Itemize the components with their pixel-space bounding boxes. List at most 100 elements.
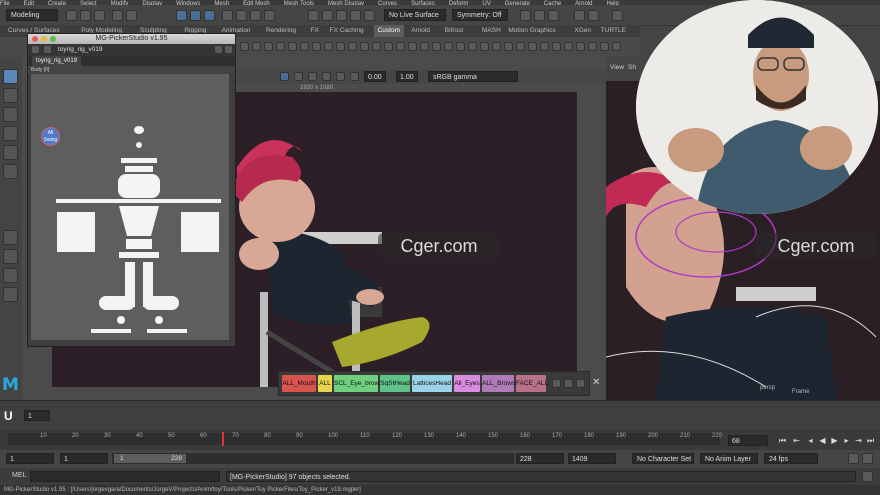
attribute-editor-icon[interactable] [612,10,623,21]
right-hand-control[interactable] [181,212,219,252]
shelf-tool-icon[interactable] [312,42,321,51]
selection-set-button[interactable]: All_Eyes [454,375,480,392]
right-menu-view[interactable]: View [610,64,624,71]
new-scene-icon[interactable] [66,10,77,21]
paint-select-icon[interactable] [3,107,18,122]
shelf-tool-icon[interactable] [456,42,465,51]
render-settings-icon[interactable] [548,10,559,21]
anim-prefs-icon[interactable] [862,453,873,464]
smooth-shade-icon[interactable] [294,72,303,81]
shelf-tool-icon[interactable] [504,42,513,51]
shelf-tool-icon[interactable] [552,42,561,51]
shelf-tab-xgen[interactable]: XGen [570,25,595,37]
hips-control[interactable] [126,239,152,249]
right-heel-control[interactable] [155,316,163,324]
shelf-tool-icon[interactable] [576,42,585,51]
shelf-tool-icon[interactable] [600,42,609,51]
shelf-tab-bifrost[interactable]: Bifrost [441,25,467,37]
step-forward-icon[interactable]: ▸ [842,436,851,445]
playhead[interactable] [222,432,224,446]
step-back-key-icon[interactable]: ⇤ [792,436,801,445]
outliner-layout-icon[interactable] [3,287,18,302]
shelf-tab-rendering[interactable]: Rendering [262,25,300,37]
script-editor-icon[interactable] [862,471,873,482]
shelf-tool-icon[interactable] [408,42,417,51]
lights-icon[interactable] [322,72,331,81]
shelf-tool-icon[interactable] [588,42,597,51]
u-icon[interactable]: U [4,409,13,423]
play-forward-icon[interactable]: ▶ [830,436,839,445]
head-control[interactable] [121,158,157,163]
selection-set-button[interactable]: ALL_Mouth [282,375,316,392]
range-track[interactable]: 1 228 [112,453,514,464]
snap-curve-icon[interactable] [322,10,333,21]
four-pane-layout-icon[interactable] [3,249,18,264]
snap-grid-icon[interactable] [308,10,319,21]
colorspace-dropdown[interactable]: sRGB gamma [428,71,518,82]
symmetry-dropdown[interactable]: Symmetry: Off [452,9,508,21]
exposure-field[interactable]: 0.00 [364,71,386,82]
right-foot-control[interactable] [143,296,179,310]
selection-set-button[interactable]: ALL [318,375,332,392]
select-face-icon[interactable] [250,10,261,21]
live-surface-field[interactable]: No Live Surface [384,9,446,21]
close-sets-icon[interactable]: ✕ [592,377,600,388]
single-pane-layout-icon[interactable] [3,230,18,245]
playhead-frame-field[interactable]: 68 [728,435,768,446]
picker-canvas[interactable]: All Swing [31,74,229,340]
picker-edit-icon[interactable] [43,45,52,54]
minimize-window-icon[interactable] [41,36,47,42]
shelf-tool-icon[interactable] [240,42,249,51]
picker-namespace-icon[interactable] [214,45,223,54]
shelf-tool-icon[interactable] [360,42,369,51]
step-forward-key-icon[interactable]: ⇥ [854,436,863,445]
right-menu-shading[interactable]: Sh [628,64,636,71]
make-live-icon[interactable] [364,10,375,21]
step-back-icon[interactable]: ◂ [806,436,815,445]
shelf-tool-icon[interactable] [420,42,429,51]
select-edge-icon[interactable] [236,10,247,21]
shelf-tool-icon[interactable] [444,42,453,51]
shelf-tool-icon[interactable] [348,42,357,51]
shelf-tool-icon[interactable] [264,42,273,51]
chest-control[interactable] [119,206,159,236]
shelf-tab-arnold[interactable]: Arnold [407,25,434,37]
shelf-tool-icon[interactable] [252,42,261,51]
shelf-tool-icon[interactable] [372,42,381,51]
render-view-icon[interactable] [588,10,599,21]
ipr-render-icon[interactable] [534,10,545,21]
anim-layer-dropdown[interactable]: No Anim Layer [700,453,758,464]
face-control[interactable] [118,174,160,198]
open-scene-icon[interactable] [80,10,91,21]
end-time-field[interactable]: 1409 [568,453,616,464]
lasso-tool-icon[interactable] [3,88,18,103]
shelf-tab-turtle[interactable]: TURTLE [597,25,630,37]
select-tool-icon[interactable] [3,69,18,84]
shelf-tool-icon[interactable] [396,42,405,51]
start-time-field[interactable]: 1 [6,453,54,464]
shelf-tool-icon[interactable] [336,42,345,51]
left-hand-control[interactable] [57,212,95,252]
playback-end-field[interactable]: 228 [516,453,564,464]
head-top-control[interactable] [136,142,142,148]
shelf-tool-icon[interactable] [564,42,573,51]
shelf-tab-custom[interactable]: Custom [373,25,404,37]
shelf-tab-fx[interactable]: FX [306,25,322,37]
character-set-dropdown[interactable]: No Character Set [632,453,694,464]
delete-set-icon[interactable] [576,379,585,388]
left-heel-control[interactable] [117,316,125,324]
fps-dropdown[interactable]: 24 fps [764,453,818,464]
select-vertex-icon[interactable] [222,10,233,21]
go-to-start-icon[interactable]: ⏮ [778,436,787,445]
heart-control[interactable] [134,126,144,134]
shelf-tool-icon[interactable] [516,42,525,51]
timeline[interactable]: 68 ⏮ ⇤ ◂ ◀ ▶ ▸ ⇥ ⏭ [0,430,880,450]
shelf-tool-icon[interactable] [612,42,621,51]
mel-label[interactable]: MEL [12,472,26,479]
close-window-icon[interactable] [32,36,38,42]
shelf-tool-icon[interactable] [480,42,489,51]
undo-icon[interactable] [112,10,123,21]
snap-point-icon[interactable] [336,10,347,21]
shelf-tool-icon[interactable] [492,42,501,51]
shelf-tool-icon[interactable] [468,42,477,51]
